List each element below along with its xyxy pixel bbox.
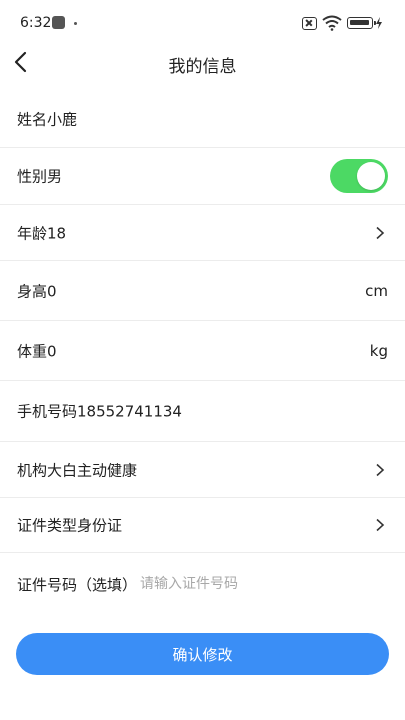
age-row[interactable]: 年龄18 xyxy=(0,205,405,261)
status-time: 6:32 xyxy=(20,15,52,31)
status-bar: 6:32 xyxy=(0,0,405,46)
chevron-right-icon xyxy=(376,226,385,239)
chevron-right-icon xyxy=(376,518,385,532)
age-value: 年龄18 xyxy=(17,224,67,242)
height-row[interactable]: 身高0 cm xyxy=(0,261,405,321)
phone-row[interactable]: 手机号码18552741134 xyxy=(0,381,405,442)
height-unit: cm xyxy=(365,281,388,300)
notification-icon xyxy=(52,16,65,29)
institution-row[interactable]: 机构大白主动健康 xyxy=(0,442,405,498)
weight-unit: kg xyxy=(369,341,388,360)
id-number-input[interactable] xyxy=(140,570,385,598)
battery-icon xyxy=(347,17,376,29)
page-title: 我的信息 xyxy=(168,57,237,77)
toggle-knob xyxy=(357,162,385,190)
notification-dot-icon xyxy=(74,22,77,25)
weight-value: 体重0 xyxy=(17,342,57,360)
height-value: 身高0 xyxy=(17,282,57,300)
nav-bar: 我的信息 xyxy=(0,46,405,80)
gender-toggle[interactable] xyxy=(330,159,388,193)
id-number-label: 证件号码（选填） xyxy=(17,576,138,594)
charging-icon xyxy=(376,17,382,29)
id-type-row[interactable]: 证件类型身份证 xyxy=(0,498,405,553)
gender-row: 性别男 xyxy=(0,148,405,205)
no-sim-icon xyxy=(302,17,317,30)
weight-row[interactable]: 体重0 kg xyxy=(0,321,405,381)
name-value: 姓名小鹿 xyxy=(17,110,78,128)
id-type-value: 证件类型身份证 xyxy=(17,516,123,535)
institution-value: 机构大白主动健康 xyxy=(17,461,138,479)
gender-value: 性别男 xyxy=(17,167,63,186)
chevron-right-icon xyxy=(376,463,385,476)
confirm-button[interactable]: 确认修改 xyxy=(16,633,389,675)
phone-value: 手机号码18552741134 xyxy=(17,402,182,421)
name-row[interactable]: 姓名小鹿 xyxy=(0,90,405,148)
wifi-icon xyxy=(322,15,342,31)
